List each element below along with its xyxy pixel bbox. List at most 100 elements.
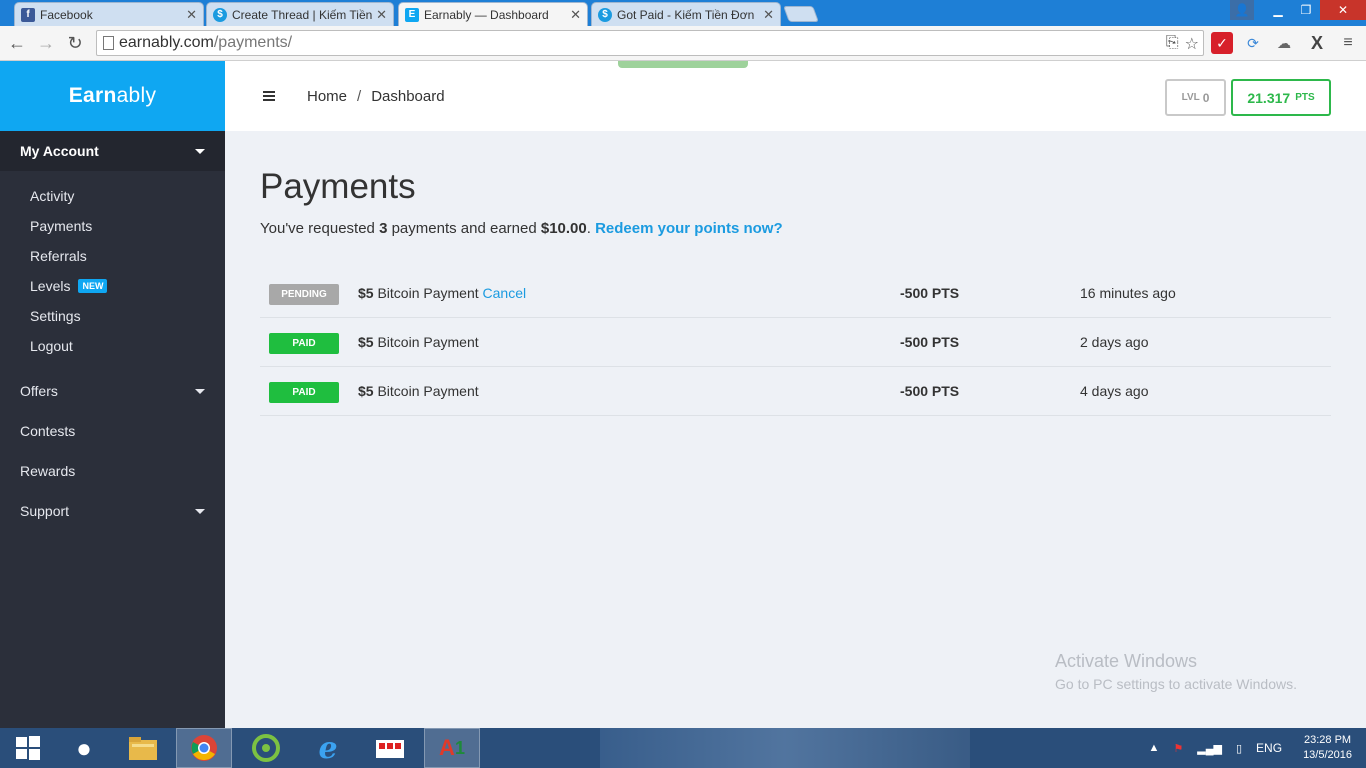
sidebar-item-label: Settings xyxy=(30,308,81,324)
sidebar-support[interactable]: Support xyxy=(0,491,225,531)
show-hidden-icons-icon[interactable]: ▲ xyxy=(1149,742,1160,754)
table-row: PAID $5 Bitcoin Payment -500 PTS 2 days … xyxy=(260,318,1331,367)
status-badge: PENDING xyxy=(269,284,339,305)
payment-amount: $5 xyxy=(358,334,374,350)
breadcrumb-home-link[interactable]: Home xyxy=(307,88,347,105)
translate-icon[interactable]: ⎘ xyxy=(1166,34,1179,54)
caret-down-icon xyxy=(195,508,205,514)
window-controls: 👤 ▁ ❐ ✕ xyxy=(1230,0,1366,20)
sidebar-offers[interactable]: Offers xyxy=(0,371,225,411)
cancel-payment-link[interactable]: Cancel xyxy=(483,285,527,301)
browser-tab-facebook[interactable]: f Facebook ✕ xyxy=(14,2,204,26)
payment-time: 16 minutes ago xyxy=(1080,285,1176,301)
bookmark-star-icon[interactable]: ☆ xyxy=(1185,34,1199,54)
dollar-icon: $ xyxy=(213,7,227,22)
chrome-menu-icon[interactable]: ≡ xyxy=(1337,32,1359,54)
internet-explorer-icon[interactable]: e xyxy=(300,728,356,768)
summary-dot: . xyxy=(586,220,596,237)
minimize-icon[interactable]: ▁ xyxy=(1264,0,1292,20)
close-tab-icon[interactable]: ✕ xyxy=(570,7,581,23)
payment-method: Bitcoin Payment xyxy=(377,383,479,399)
points-value: 21.317 xyxy=(1247,89,1291,106)
user-profile-icon[interactable]: 👤 xyxy=(1230,0,1254,20)
sidebar-item-label: Referrals xyxy=(30,248,87,264)
level-indicator[interactable]: LVL 0 xyxy=(1165,79,1226,116)
forward-arrow-icon[interactable]: → xyxy=(35,32,57,54)
sidebar-section-label: Contests xyxy=(20,423,76,439)
apple-icon[interactable]: ● xyxy=(56,728,112,768)
summary-amount: $10.00 xyxy=(540,220,587,237)
sidebar-item-payments[interactable]: Payments xyxy=(0,211,225,241)
address-bar[interactable]: earnably.com/payments/ ⎘ ☆ xyxy=(96,30,1204,56)
sidebar-item-referrals[interactable]: Referrals xyxy=(0,241,225,271)
sidebar-item-levels[interactable]: Levels NEW xyxy=(0,271,225,301)
system-clock[interactable]: 23:28 PM 13/5/2016 xyxy=(1303,733,1352,763)
new-tab-button[interactable] xyxy=(783,6,819,22)
payment-description: $5 Bitcoin Payment Cancel xyxy=(358,285,526,301)
clock-date: 13/5/2016 xyxy=(1303,749,1352,761)
brand-logo[interactable]: Earn ably xyxy=(0,61,225,131)
brand-part-bold: Earn xyxy=(68,84,117,107)
sidebar-item-logout[interactable]: Logout xyxy=(0,331,225,361)
url-host: earnably.com xyxy=(119,34,214,51)
payment-points: -500 PTS xyxy=(900,285,960,301)
breadcrumb-current: Dashboard xyxy=(371,88,445,105)
tab-title: Earnably — Dashboard xyxy=(424,7,549,22)
watermark-subtitle: Go to PC settings to activate Windows. xyxy=(1055,676,1297,692)
sidebar-contests[interactable]: Contests xyxy=(0,411,225,451)
browser-toolbar: ← → ↻ earnably.com/payments/ ⎘ ☆ ✓ ⟳ ☁ X… xyxy=(0,26,1366,61)
payment-amount: $5 xyxy=(358,285,374,301)
dollar-icon: $ xyxy=(598,7,612,22)
summary-middle: payments and earned xyxy=(387,220,541,237)
browser-tab-earnably[interactable]: E Earnably — Dashboard ✕ xyxy=(398,2,588,26)
sidebar-item-label: Activity xyxy=(30,188,75,204)
close-tab-icon[interactable]: ✕ xyxy=(376,7,387,23)
browser-tab-bar: f Facebook ✕ $ Create Thread | Kiếm Tiền… xyxy=(0,0,1366,26)
sidebar-section-label: Rewards xyxy=(20,463,76,479)
watermark-title: Activate Windows xyxy=(1055,651,1198,671)
new-badge: NEW xyxy=(78,279,108,293)
payment-method: Bitcoin Payment xyxy=(377,334,479,350)
tab-title: Create Thread | Kiếm Tiền xyxy=(232,7,373,22)
points-label: PTS xyxy=(1295,92,1315,103)
chrome-taskbar-icon[interactable] xyxy=(176,728,232,768)
close-tab-icon[interactable]: ✕ xyxy=(186,7,197,23)
coccoc-browser-icon[interactable] xyxy=(238,728,294,768)
reload-icon[interactable]: ↻ xyxy=(64,32,86,54)
back-arrow-icon[interactable]: ← xyxy=(6,32,28,54)
sync-extension-icon[interactable]: ⟳ xyxy=(1242,32,1264,54)
language-indicator[interactable]: ENG xyxy=(1256,741,1282,755)
browser-tab-got-paid[interactable]: $ Got Paid - Kiếm Tiền Đơn ✕ xyxy=(591,2,781,26)
windows-start-icon[interactable] xyxy=(0,728,56,768)
points-balance[interactable]: 21.317 PTS xyxy=(1231,79,1331,116)
payment-method: Bitcoin Payment xyxy=(377,285,479,301)
antivirus-extension-icon[interactable]: ✓ xyxy=(1211,32,1233,54)
unikey-icon[interactable] xyxy=(362,728,418,768)
action-center-flag-icon[interactable]: ⚑ xyxy=(1173,742,1183,755)
sidebar-rewards[interactable]: Rewards xyxy=(0,451,225,491)
table-row: PENDING $5 Bitcoin Payment Cancel -500 P… xyxy=(260,269,1331,318)
sidebar-item-activity[interactable]: Activity xyxy=(0,181,225,211)
a1-app-icon[interactable]: A1 xyxy=(424,728,480,768)
sidebar-my-account[interactable]: My Account xyxy=(0,131,225,171)
cloud-extension-icon[interactable]: ☁ xyxy=(1273,32,1295,54)
sidebar-item-label: Logout xyxy=(30,338,73,354)
close-window-icon[interactable]: ✕ xyxy=(1320,0,1366,20)
sidebar-section-label: Support xyxy=(20,503,70,519)
browser-tab-create-thread[interactable]: $ Create Thread | Kiếm Tiền ✕ xyxy=(206,2,394,26)
activate-windows-watermark: Activate Windows Go to PC settings to ac… xyxy=(1055,651,1297,692)
brand-part-regular: ably xyxy=(116,84,157,107)
restore-icon[interactable]: ❐ xyxy=(1292,0,1320,20)
page-icon xyxy=(103,36,114,50)
account-submenu: Activity Payments Referrals Levels NEW Se… xyxy=(0,171,225,371)
x-extension-icon[interactable]: X xyxy=(1306,32,1328,54)
network-signal-icon[interactable]: ▂▄▆ xyxy=(1197,742,1222,755)
hamburger-menu-icon[interactable] xyxy=(263,91,275,101)
close-tab-icon[interactable]: ✕ xyxy=(763,7,774,23)
level-label: LVL xyxy=(1181,92,1200,103)
redeem-points-link[interactable]: Redeem your points now? xyxy=(595,220,783,237)
battery-icon[interactable]: ▯ xyxy=(1236,742,1242,755)
sidebar-item-settings[interactable]: Settings xyxy=(0,301,225,331)
file-explorer-icon[interactable] xyxy=(115,728,171,768)
sidebar-item-label: Levels xyxy=(30,278,71,294)
